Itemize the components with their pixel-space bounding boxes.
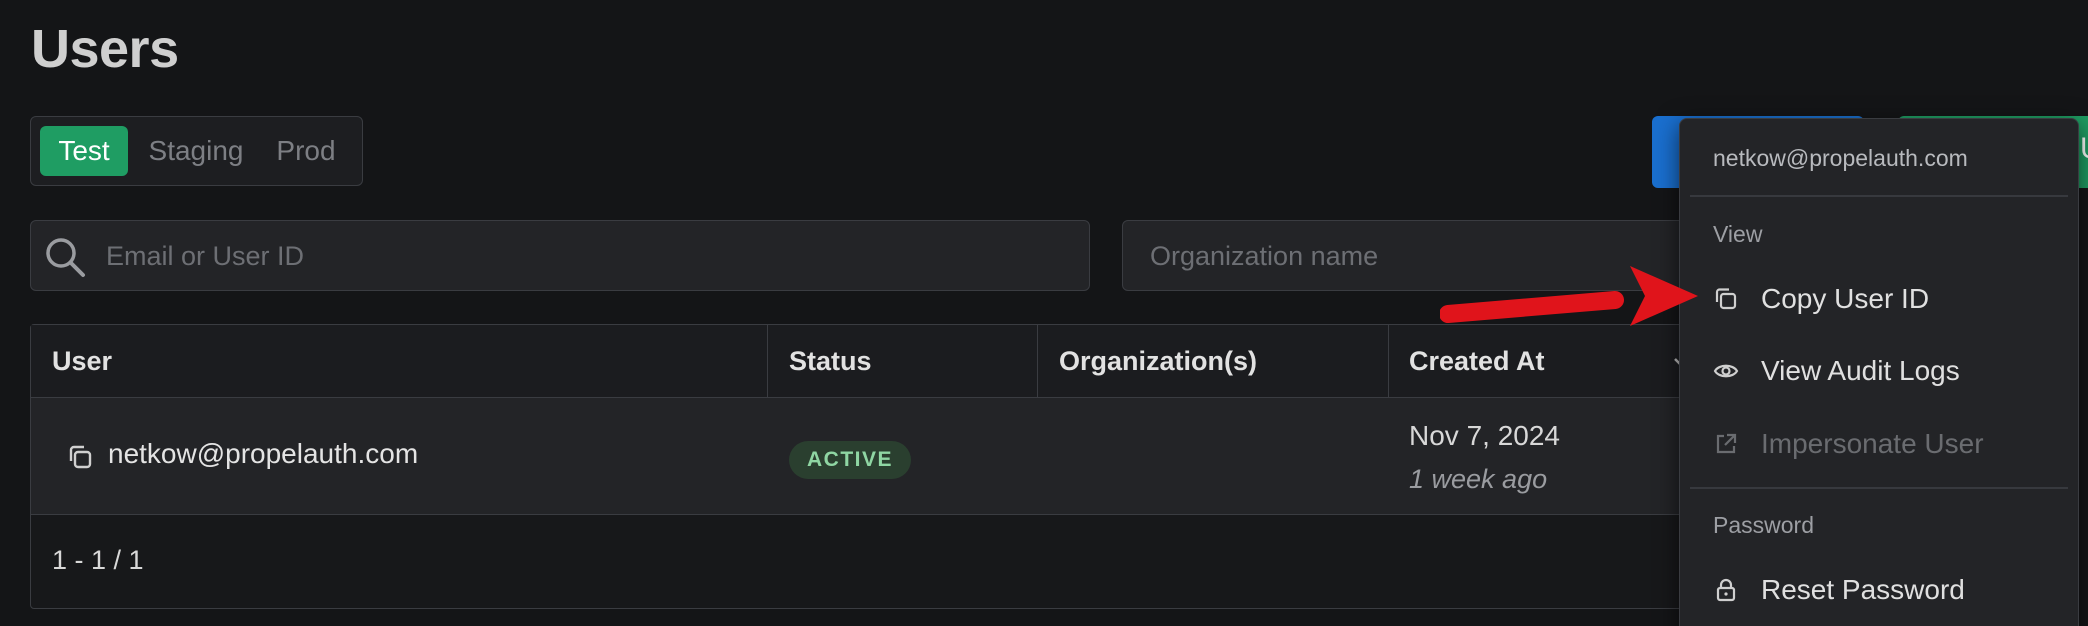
users-table: User Status Organization(s) Created At n…: [30, 324, 1730, 609]
users-page: Users Test Staging Prod U User Status Or…: [0, 0, 2088, 626]
menu-item-label: Reset Password: [1761, 574, 1965, 605]
user-search-input[interactable]: [104, 221, 1068, 292]
pagination-info: 1 - 1 / 1: [52, 545, 144, 575]
table-row[interactable]: netkow@propelauth.com ACTIVE Nov 7, 2024…: [31, 398, 1729, 515]
menu-item-view-audit-logs[interactable]: View Audit Logs: [1680, 341, 2076, 401]
menu-section-view: View: [1713, 221, 1763, 247]
eye-icon: [1713, 364, 1739, 378]
environment-toggle: Test Staging Prod: [30, 116, 363, 186]
create-user-label: U: [2080, 132, 2088, 166]
user-actions-menu: netkow@propelauth.com View Copy User ID …: [1679, 118, 2079, 626]
red-arrow-icon: [1440, 266, 1698, 326]
menu-item-label: Impersonate User: [1761, 428, 1984, 459]
search-icon: [46, 238, 85, 277]
menu-item-label: View Audit Logs: [1761, 355, 1960, 386]
env-tab-test[interactable]: Test: [40, 126, 128, 176]
external-link-icon: [1716, 433, 1737, 454]
env-tab-prod[interactable]: Prod: [266, 126, 346, 176]
copy-icon: [1715, 288, 1737, 310]
menu-item-copy-user-id[interactable]: Copy User ID: [1680, 269, 2076, 329]
created-date: Nov 7, 2024: [1409, 420, 1560, 451]
menu-item-label: Copy User ID: [1761, 283, 1930, 314]
column-header-user[interactable]: User: [52, 325, 112, 397]
copy-icon[interactable]: [67, 444, 93, 470]
user-search-box: [30, 220, 1090, 292]
menu-user-email: netkow@propelauth.com: [1713, 145, 1968, 171]
column-header-organizations[interactable]: Organization(s): [1059, 325, 1257, 397]
column-header-status[interactable]: Status: [789, 325, 872, 397]
lock-icon: [1716, 578, 1736, 602]
created-relative: 1 week ago: [1409, 464, 1548, 494]
user-email[interactable]: netkow@propelauth.com: [108, 438, 418, 470]
env-tab-staging[interactable]: Staging: [138, 126, 254, 176]
menu-section-password: Password: [1713, 512, 1814, 538]
status-badge: ACTIVE: [789, 441, 912, 479]
menu-divider: [1690, 195, 2068, 197]
page-title: Users: [31, 19, 179, 79]
menu-item-impersonate-user: Impersonate User: [1680, 414, 2076, 474]
menu-divider: [1690, 487, 2068, 489]
menu-item-reset-password[interactable]: Reset Password: [1680, 560, 2076, 620]
